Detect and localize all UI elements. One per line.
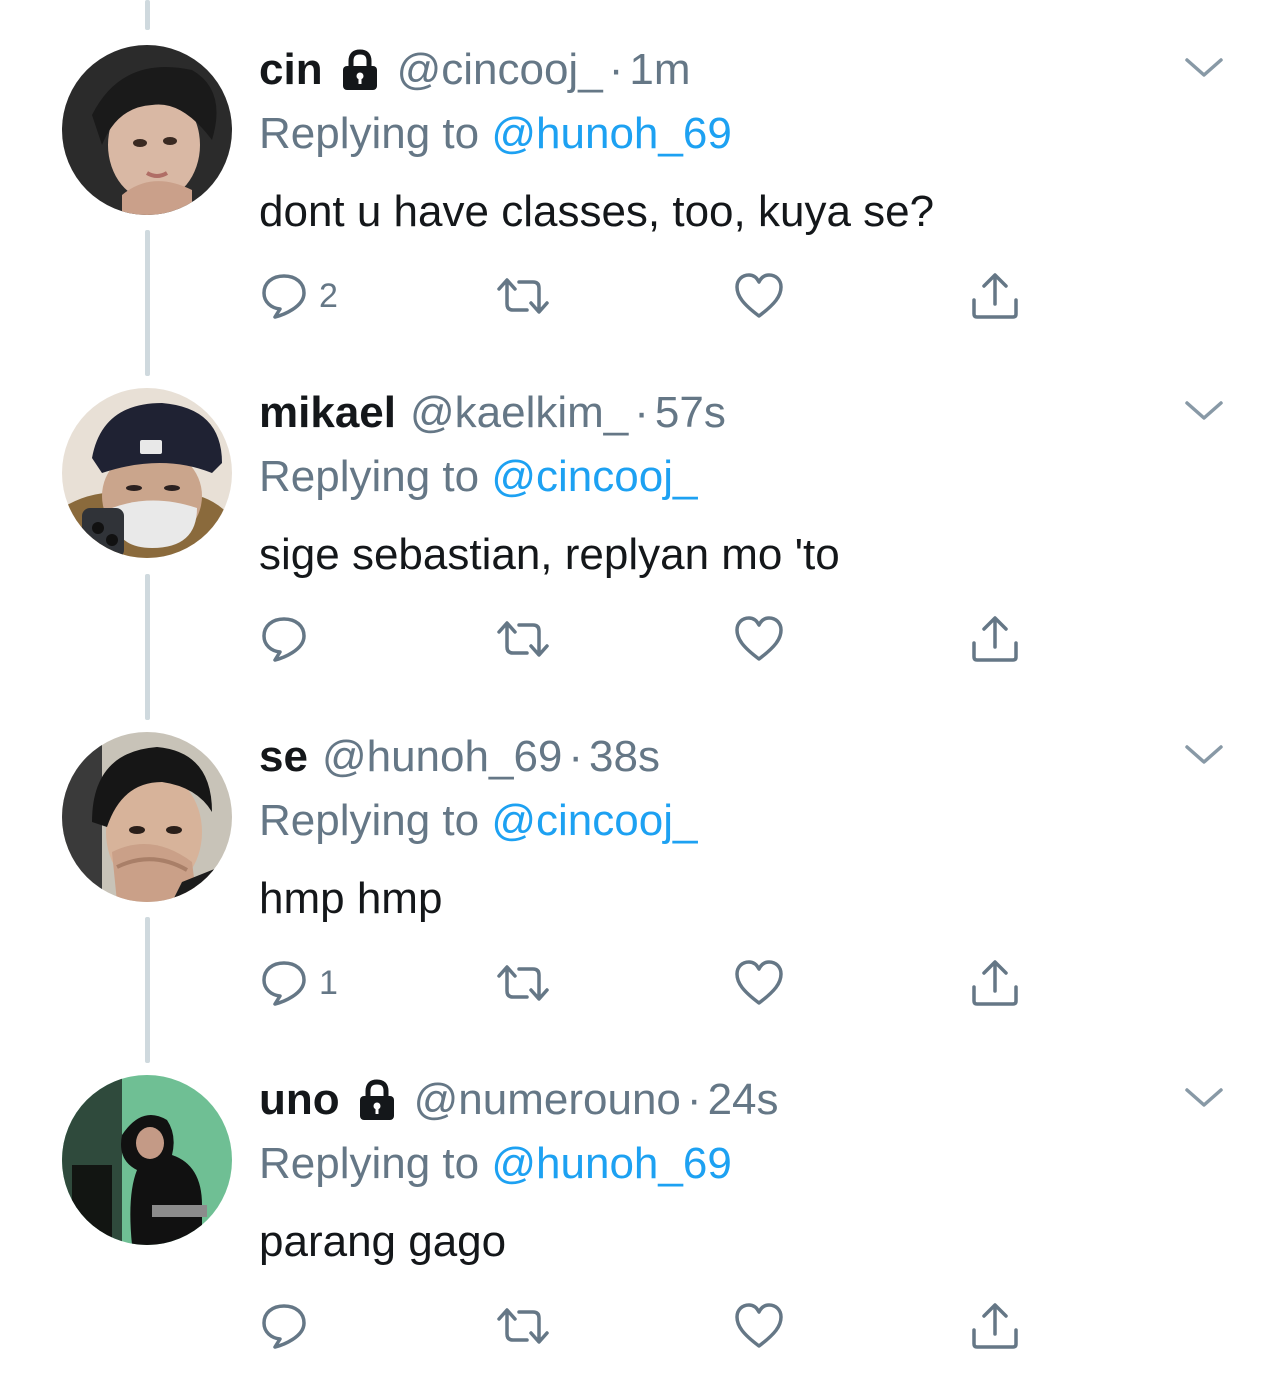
replying-label: Replying to (259, 452, 492, 501)
separator-dot: · (634, 388, 649, 437)
share-button[interactable] (969, 268, 1021, 324)
tweet-text: parang gago (259, 1217, 507, 1266)
avatar[interactable] (62, 732, 232, 902)
reply-icon (262, 1304, 306, 1349)
replying-label: Replying to (259, 796, 492, 845)
tweet-header: mikael @kaelkim_ · 57s (259, 381, 726, 445)
tweet-item[interactable]: cin @cincooj_ · 1m Replying to @hunoh_69… (0, 0, 1284, 343)
avatar-photo (62, 732, 232, 902)
replying-label: Replying to (259, 1139, 492, 1188)
mention-link[interactable]: @hunoh_69 (491, 1139, 731, 1188)
like-button[interactable] (733, 1298, 785, 1354)
share-icon (972, 273, 1018, 319)
tweet-actions: 1 (259, 955, 1059, 1011)
display-name[interactable]: uno (259, 1068, 340, 1132)
like-icon (735, 1303, 783, 1348)
reply-button[interactable]: 2 (259, 268, 338, 324)
tweet-actions (259, 1298, 1059, 1354)
reply-count: 2 (319, 276, 338, 315)
display-name[interactable]: se (259, 725, 308, 789)
retweet-button[interactable] (493, 955, 553, 1011)
mention-link[interactable]: @cincooj_ (491, 452, 697, 501)
avatar-photo (62, 45, 232, 215)
display-name[interactable]: mikael (259, 381, 396, 445)
retweet-button[interactable] (493, 268, 553, 324)
tweet-actions: 2 (259, 268, 1059, 324)
lock-icon (337, 47, 383, 93)
retweet-icon (497, 278, 549, 314)
avatar[interactable] (62, 45, 232, 215)
retweet-icon (497, 621, 549, 657)
tweet-text: sige sebastian, replyan mo 'to (259, 530, 840, 579)
like-icon (735, 960, 783, 1005)
chevron-down-icon[interactable] (1184, 399, 1224, 423)
replying-to: Replying to @hunoh_69 (259, 104, 732, 164)
display-name[interactable]: cin (259, 38, 323, 102)
like-button[interactable] (733, 268, 785, 324)
tweet-text: hmp hmp (259, 874, 443, 923)
retweet-button[interactable] (493, 1298, 553, 1354)
replying-to: Replying to @hunoh_69 (259, 1134, 732, 1194)
avatar-photo (62, 388, 232, 558)
mention-link[interactable]: @cincooj_ (491, 796, 697, 845)
reply-icon (262, 617, 306, 662)
tweet-header: uno @numerouno · 24s (259, 1068, 779, 1132)
separator-dot: · (608, 45, 624, 94)
lock-icon (354, 1077, 400, 1123)
user-handle[interactable]: @kaelkim_ (410, 381, 628, 445)
retweet-button[interactable] (493, 611, 553, 667)
separator-dot: · (568, 732, 584, 781)
mention-link[interactable]: @hunoh_69 (491, 109, 731, 158)
chevron-down-icon[interactable] (1184, 56, 1224, 80)
user-handle[interactable]: @hunoh_69 (322, 725, 562, 789)
share-button[interactable] (969, 955, 1021, 1011)
reply-button[interactable]: 1 (259, 955, 338, 1011)
tweet-item[interactable]: uno @numerouno · 24s Replying to @hunoh_… (0, 1030, 1284, 1373)
share-button[interactable] (969, 611, 1021, 667)
timestamp[interactable]: 38s (589, 725, 660, 789)
separator-dot: · (686, 1075, 702, 1124)
timestamp[interactable]: 57s (655, 381, 726, 445)
replying-to: Replying to @cincooj_ (259, 447, 697, 507)
timestamp[interactable]: 24s (708, 1068, 779, 1132)
reply-button[interactable] (259, 611, 319, 667)
avatar[interactable] (62, 1075, 232, 1245)
tweet-header: se @hunoh_69 · 38s (259, 725, 660, 789)
avatar[interactable] (62, 388, 232, 558)
share-icon (972, 960, 1018, 1006)
retweet-icon (497, 1308, 549, 1344)
tweet-item[interactable]: se @hunoh_69 · 38s Replying to @cincooj_… (0, 687, 1284, 1030)
reply-icon (262, 274, 306, 319)
like-button[interactable] (733, 611, 785, 667)
chevron-down-icon[interactable] (1184, 743, 1224, 767)
like-icon (735, 616, 783, 661)
reply-count: 1 (319, 963, 338, 1002)
share-icon (972, 1303, 1018, 1349)
share-icon (972, 616, 1018, 662)
replying-label: Replying to (259, 109, 492, 158)
share-button[interactable] (969, 1298, 1021, 1354)
like-icon (735, 273, 783, 318)
chevron-down-icon[interactable] (1184, 1086, 1224, 1110)
timestamp[interactable]: 1m (629, 38, 690, 102)
user-handle[interactable]: @cincooj_ (397, 38, 603, 102)
tweet-header: cin @cincooj_ · 1m (259, 38, 690, 102)
user-handle[interactable]: @numerouno (414, 1068, 681, 1132)
like-button[interactable] (733, 955, 785, 1011)
reply-button[interactable] (259, 1298, 319, 1354)
tweet-item[interactable]: mikael @kaelkim_ · 57s Replying to @cinc… (0, 343, 1284, 686)
retweet-icon (497, 965, 549, 1001)
replying-to: Replying to @cincooj_ (259, 791, 697, 851)
tweet-actions (259, 611, 1059, 667)
reply-icon (262, 961, 306, 1006)
tweet-text: dont u have classes, too, kuya se? (259, 187, 935, 236)
avatar-photo (62, 1075, 232, 1245)
